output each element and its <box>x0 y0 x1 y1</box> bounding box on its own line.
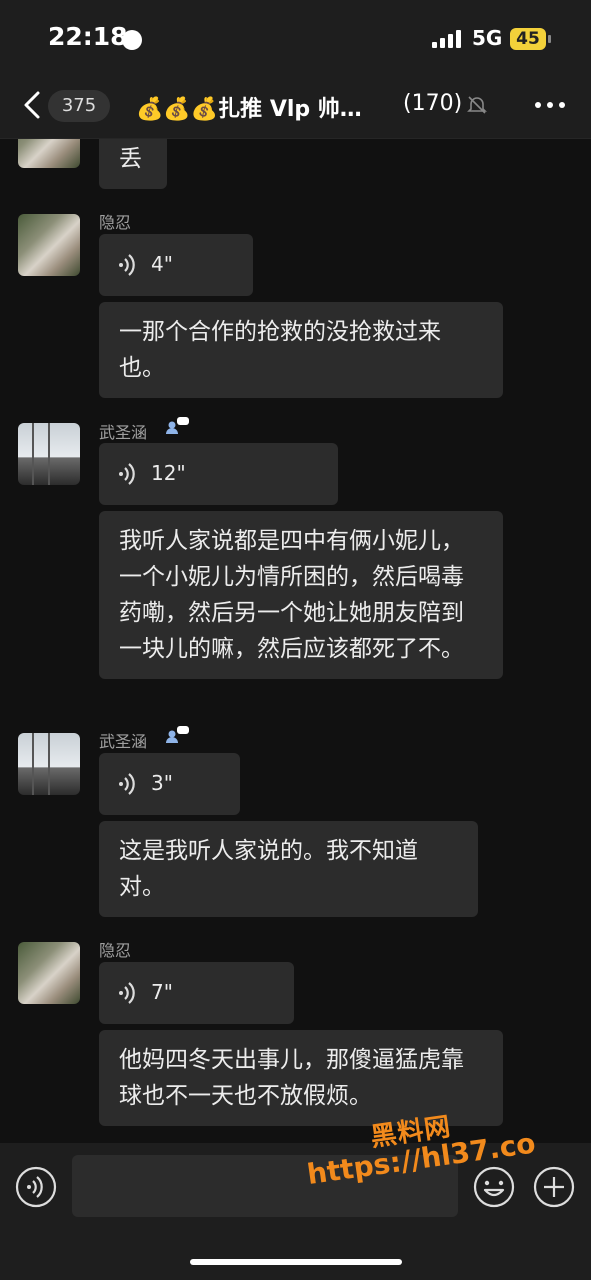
recording-dot-icon <box>122 30 142 50</box>
text-message[interactable]: 丢 <box>99 139 167 189</box>
voice-wave-icon <box>119 982 135 1004</box>
avatar[interactable] <box>18 423 80 485</box>
unread-badge[interactable]: 375 <box>48 90 110 122</box>
battery-icon: 45 <box>510 28 546 50</box>
transcribed-text[interactable]: 我听人家说都是四中有俩小妮儿，一个小妮儿为情所困的，然后喝毒药嘞，然后另一个她让… <box>99 511 503 679</box>
voice-message[interactable]: 12" <box>99 443 338 505</box>
avatar[interactable] <box>18 942 80 1004</box>
signal-icon <box>432 28 462 48</box>
sender-name: 隐忍 <box>99 213 132 232</box>
voice-message[interactable]: 4" <box>99 234 253 296</box>
battery-tip <box>548 35 551 43</box>
voice-message[interactable]: 7" <box>99 962 294 1024</box>
voice-message[interactable]: 3" <box>99 753 240 815</box>
home-indicator <box>190 1259 402 1265</box>
voice-wave-icon <box>119 463 135 485</box>
status-time: 22:18 <box>48 22 128 51</box>
more-icon[interactable] <box>535 102 565 110</box>
transcribed-text[interactable]: 这是我听人家说的。我不知道对。 <box>99 821 478 917</box>
voice-duration: 3" <box>151 771 173 795</box>
voice-wave-icon <box>119 773 135 795</box>
member-count: (170) <box>403 91 463 116</box>
voice-input-icon[interactable] <box>14 1165 58 1209</box>
avatar[interactable] <box>18 214 80 276</box>
network-type: 5G <box>472 26 503 50</box>
member-badge-icon <box>166 726 189 743</box>
voice-duration: 7" <box>151 980 173 1004</box>
chat-title[interactable]: 💰💰💰扎推 Vlp 帅… <box>136 91 362 123</box>
transcribed-text[interactable]: 一那个合作的抢救的没抢救过来也。 <box>99 302 503 398</box>
message-list[interactable]: 丢 隐忍 4" 一那个合作的抢救的没抢救过来也。 武圣涵 12" 我听人家说都是… <box>0 139 591 1143</box>
voice-wave-icon <box>119 254 135 276</box>
avatar[interactable] <box>18 139 80 168</box>
voice-duration: 4" <box>151 252 173 276</box>
chat-header: 375 💰💰💰扎推 Vlp 帅… (170) <box>0 78 591 139</box>
sender-name: 隐忍 <box>99 941 132 960</box>
sender-name: 武圣涵 <box>99 423 148 442</box>
voice-duration: 12" <box>151 461 186 485</box>
mute-icon <box>467 96 487 114</box>
member-badge-icon <box>166 417 189 434</box>
avatar[interactable] <box>18 733 80 795</box>
back-icon[interactable] <box>20 90 44 120</box>
status-bar: 22:18 5G 45 <box>0 0 591 78</box>
sender-name: 武圣涵 <box>99 732 148 751</box>
